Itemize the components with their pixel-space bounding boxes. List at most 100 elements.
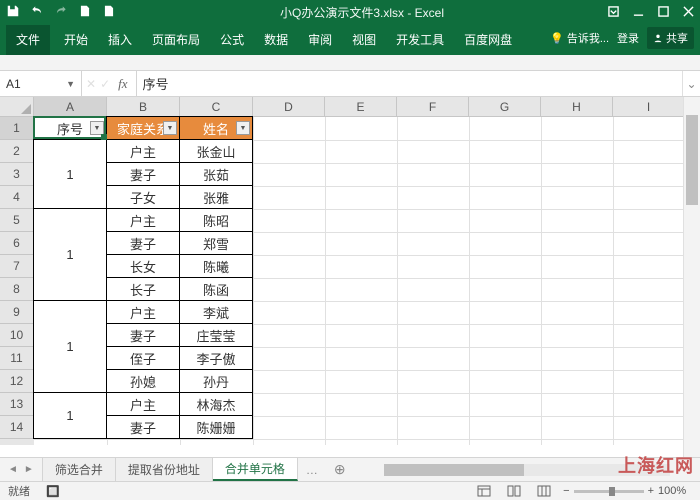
cell[interactable]: 户主 bbox=[106, 208, 180, 232]
tab-insert[interactable]: 插入 bbox=[98, 25, 142, 55]
name-box[interactable]: A1▼ bbox=[0, 71, 82, 96]
share-button[interactable]: 共享 bbox=[647, 27, 694, 49]
cell[interactable]: 户主 bbox=[106, 392, 180, 416]
view-normal-icon[interactable] bbox=[473, 484, 495, 499]
col-header-D[interactable]: D bbox=[253, 97, 325, 116]
row-header-4[interactable]: 4 bbox=[0, 186, 34, 209]
filter-icon[interactable] bbox=[236, 121, 250, 135]
add-sheet-button[interactable]: ⊕ bbox=[326, 458, 354, 481]
col-header-B[interactable]: B bbox=[107, 97, 180, 116]
row-header-11[interactable]: 11 bbox=[0, 347, 34, 370]
col-header-H[interactable]: H bbox=[541, 97, 613, 116]
cell[interactable]: 陈曦 bbox=[179, 254, 253, 278]
sheet-more-icon[interactable]: … bbox=[298, 458, 326, 481]
tab-file[interactable]: 文件 bbox=[6, 25, 50, 55]
cell[interactable]: 张茹 bbox=[179, 162, 253, 186]
tab-data[interactable]: 数据 bbox=[254, 25, 298, 55]
cell[interactable]: 长女 bbox=[106, 254, 180, 278]
select-all-button[interactable] bbox=[0, 97, 34, 116]
redo-icon[interactable] bbox=[54, 4, 68, 21]
row-header-5[interactable]: 5 bbox=[0, 209, 34, 232]
cell[interactable]: 侄子 bbox=[106, 346, 180, 370]
row-header-2[interactable]: 2 bbox=[0, 140, 34, 163]
col-header-G[interactable]: G bbox=[469, 97, 541, 116]
row-header-13[interactable]: 13 bbox=[0, 393, 34, 416]
cell[interactable]: 序号 bbox=[33, 116, 107, 140]
sheet-nav[interactable]: ◄► bbox=[0, 458, 43, 481]
row-header-6[interactable]: 6 bbox=[0, 232, 34, 255]
tab-baidu[interactable]: 百度网盘 bbox=[454, 25, 522, 55]
cell[interactable]: 李子傲 bbox=[179, 346, 253, 370]
row-header-8[interactable]: 8 bbox=[0, 278, 34, 301]
cell[interactable]: 陈姗姗 bbox=[179, 415, 253, 439]
tell-me[interactable]: 💡 告诉我... bbox=[550, 30, 609, 46]
minimize-icon[interactable] bbox=[633, 6, 644, 20]
ribbon-options-icon[interactable] bbox=[608, 6, 619, 20]
save-icon[interactable] bbox=[6, 4, 20, 21]
view-layout-icon[interactable] bbox=[503, 484, 525, 499]
zoom-in-icon[interactable]: + bbox=[648, 485, 654, 497]
cell[interactable]: 户主 bbox=[106, 300, 180, 324]
cell[interactable]: 孙媳 bbox=[106, 369, 180, 393]
cell[interactable]: 郑雪 bbox=[179, 231, 253, 255]
filter-icon[interactable] bbox=[163, 121, 177, 135]
col-header-C[interactable]: C bbox=[180, 97, 253, 116]
zoom-value[interactable]: 100% bbox=[658, 485, 692, 497]
fx-icon[interactable]: fx bbox=[114, 76, 131, 92]
cell[interactable]: 陈函 bbox=[179, 277, 253, 301]
filter-icon[interactable] bbox=[90, 121, 104, 135]
col-header-I[interactable]: I bbox=[613, 97, 685, 116]
col-header-F[interactable]: F bbox=[397, 97, 469, 116]
sheet-tab-1[interactable]: 提取省份地址 bbox=[116, 458, 213, 481]
cell[interactable]: 李斌 bbox=[179, 300, 253, 324]
tab-review[interactable]: 审阅 bbox=[298, 25, 342, 55]
tab-home[interactable]: 开始 bbox=[54, 25, 98, 55]
col-header-E[interactable]: E bbox=[325, 97, 397, 116]
cell[interactable]: 妻子 bbox=[106, 162, 180, 186]
cell[interactable]: 1 bbox=[33, 392, 107, 439]
tab-view[interactable]: 视图 bbox=[342, 25, 386, 55]
row-header-12[interactable]: 12 bbox=[0, 370, 34, 393]
cell[interactable]: 1 bbox=[33, 208, 107, 301]
vertical-scrollbar[interactable] bbox=[683, 97, 700, 457]
row-header-1[interactable]: 1 bbox=[0, 117, 34, 140]
cell[interactable]: 林海杰 bbox=[179, 392, 253, 416]
cell[interactable]: 1 bbox=[33, 300, 107, 393]
sheet-tab-2[interactable]: 合并单元格 bbox=[213, 458, 298, 481]
undo-icon[interactable] bbox=[30, 4, 44, 21]
cell[interactable]: 庄莹莹 bbox=[179, 323, 253, 347]
cell[interactable]: 陈昭 bbox=[179, 208, 253, 232]
formula-input[interactable]: 序号 bbox=[137, 71, 682, 96]
row-header-7[interactable]: 7 bbox=[0, 255, 34, 278]
cell[interactable]: 子女 bbox=[106, 185, 180, 209]
expand-formula-icon[interactable]: ⌄ bbox=[682, 71, 700, 96]
close-icon[interactable] bbox=[683, 6, 694, 20]
spreadsheet-grid[interactable]: A B C D E F G H I 1234567891011121314 序号… bbox=[0, 97, 700, 445]
cell[interactable]: 张雅 bbox=[179, 185, 253, 209]
cell[interactable]: 姓名 bbox=[179, 116, 253, 140]
row-header-10[interactable]: 10 bbox=[0, 324, 34, 347]
new-icon[interactable] bbox=[78, 4, 92, 21]
col-header-A[interactable]: A bbox=[34, 97, 107, 116]
cell[interactable]: 孙丹 bbox=[179, 369, 253, 393]
print-preview-icon[interactable] bbox=[102, 4, 116, 21]
cell[interactable]: 妻子 bbox=[106, 231, 180, 255]
cell[interactable]: 家庭关系 bbox=[106, 116, 180, 140]
view-pagebreak-icon[interactable] bbox=[533, 484, 555, 499]
tab-formulas[interactable]: 公式 bbox=[210, 25, 254, 55]
zoom-control[interactable]: − + 100% bbox=[563, 485, 692, 497]
maximize-icon[interactable] bbox=[658, 6, 669, 20]
cell[interactable]: 长子 bbox=[106, 277, 180, 301]
cell[interactable]: 户主 bbox=[106, 139, 180, 163]
row-header-3[interactable]: 3 bbox=[0, 163, 34, 186]
row-header-9[interactable]: 9 bbox=[0, 301, 34, 324]
sheet-tab-0[interactable]: 筛选合并 bbox=[43, 458, 116, 481]
zoom-out-icon[interactable]: − bbox=[563, 485, 569, 497]
signin-link[interactable]: 登录 bbox=[617, 30, 639, 46]
tab-layout[interactable]: 页面布局 bbox=[142, 25, 210, 55]
tab-developer[interactable]: 开发工具 bbox=[386, 25, 454, 55]
zoom-slider[interactable] bbox=[574, 490, 644, 493]
cell[interactable]: 妻子 bbox=[106, 323, 180, 347]
cell[interactable]: 1 bbox=[33, 139, 107, 209]
row-header-14[interactable]: 14 bbox=[0, 416, 34, 439]
